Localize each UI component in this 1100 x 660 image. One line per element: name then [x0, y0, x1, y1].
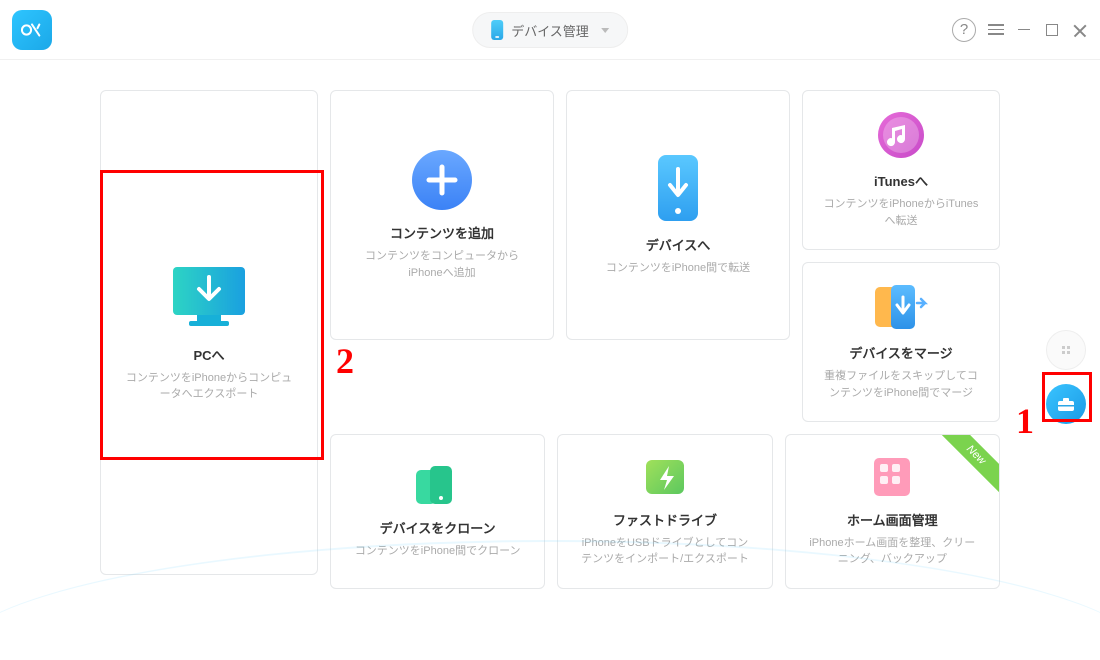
plus-circle-icon — [411, 149, 473, 211]
card-desc: 重複ファイルをスキップしてコンテンツをiPhone間でマージ — [815, 368, 987, 401]
card-to-device[interactable]: デバイスへ コンテンツをiPhone間で転送 — [566, 90, 790, 340]
phone-download-icon — [656, 153, 700, 223]
card-desc: コンテンツをiPhone間で転送 — [598, 260, 758, 277]
card-title: iTunesへ — [874, 171, 928, 190]
card-add-content[interactable]: コンテンツを追加 コンテンツをコンピュータからiPhoneへ追加 — [330, 90, 554, 340]
maximize-button[interactable] — [1044, 22, 1060, 38]
card-title: ファストドライブ — [613, 510, 717, 529]
side-rail — [1046, 330, 1086, 424]
card-merge[interactable]: デバイスをマージ 重複ファイルをスキップしてコンテンツをiPhone間でマージ — [802, 262, 1000, 422]
card-desc: iPhoneをUSBドライブとしてコンテンツをインポート/エクスポート — [570, 535, 759, 568]
app-logo — [12, 10, 52, 50]
help-button[interactable]: ? — [952, 18, 976, 42]
card-fast-drive[interactable]: ファストドライブ iPhoneをUSBドライブとしてコンテンツをインポート/エク… — [557, 434, 772, 589]
card-desc: iPhoneホーム画面を整理、クリーニング、バックアップ — [798, 535, 987, 568]
monitor-download-icon — [169, 263, 249, 333]
app-grid-icon — [870, 456, 914, 498]
card-home-screen[interactable]: New ホーム画面管理 iPhoneホーム画面を整理、クリーニング、バックアップ — [785, 434, 1000, 589]
device-label: デバイス管理 — [511, 21, 589, 40]
music-note-icon — [877, 111, 925, 159]
card-title: ホーム画面管理 — [847, 510, 938, 529]
main: PCへ コンテンツをiPhoneからコンピュータへエクスポート コンテンツを追加… — [0, 60, 1100, 589]
annotation-number-2: 2 — [336, 340, 354, 382]
card-title: デバイスをマージ — [849, 343, 952, 362]
annotation-number-1: 1 — [1016, 400, 1034, 442]
merge-phones-icon — [873, 283, 929, 331]
rail-toolbox-button[interactable] — [1046, 384, 1086, 424]
phone-icon — [491, 20, 503, 40]
minimize-button[interactable] — [1016, 22, 1032, 38]
card-desc: コンテンツをiPhoneからコンピュータへエクスポート — [113, 370, 305, 403]
window-controls: ? — [952, 18, 1088, 42]
clone-phones-icon — [414, 464, 462, 506]
device-dropdown[interactable]: デバイス管理 — [472, 12, 628, 48]
chevron-down-icon — [601, 28, 609, 33]
card-clone[interactable]: デバイスをクローン コンテンツをiPhone間でクローン — [330, 434, 545, 589]
rail-grid-button[interactable] — [1046, 330, 1086, 370]
header: デバイス管理 ? — [0, 0, 1100, 60]
card-desc: コンテンツをiPhoneからiTunesへ転送 — [815, 196, 987, 229]
card-to-pc[interactable]: PCへ コンテンツをiPhoneからコンピュータへエクスポート — [100, 90, 318, 575]
card-title: コンテンツを追加 — [390, 223, 494, 242]
card-desc: コンテンツをコンピュータからiPhoneへ追加 — [343, 248, 541, 281]
card-title: デバイスへ — [646, 235, 711, 254]
card-title: PCへ — [193, 345, 224, 364]
card-desc: コンテンツをiPhone間でクローン — [347, 543, 529, 560]
new-badge: New — [939, 435, 999, 495]
menu-button[interactable] — [988, 24, 1004, 35]
close-button[interactable] — [1072, 22, 1088, 38]
card-to-itunes[interactable]: iTunesへ コンテンツをiPhoneからiTunesへ転送 — [802, 90, 1000, 250]
drive-lightning-icon — [642, 456, 688, 498]
card-title: デバイスをクローン — [380, 518, 496, 537]
